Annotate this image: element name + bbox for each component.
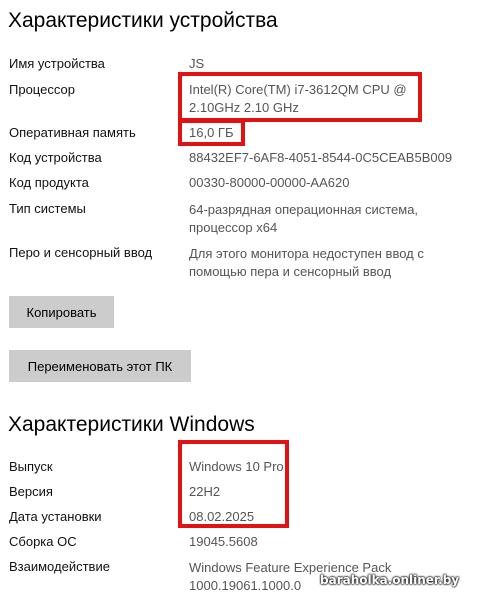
os-build-value: 19045.5608: [189, 534, 258, 549]
ram-highlight-box: [178, 119, 245, 146]
device-id-label: Код устройства: [9, 150, 102, 165]
version-label: Версия: [9, 484, 53, 499]
pen-touch-value-line2: помощью пера и сенсорный ввод: [189, 264, 392, 279]
windows-specs-title: Характеристики Windows: [8, 413, 255, 436]
ram-label: Оперативная память: [9, 125, 136, 140]
watermark: baraholka.onliner.by: [320, 573, 460, 587]
pen-touch-label: Перо и сенсорный ввод: [9, 245, 153, 260]
product-id-label: Код продукта: [9, 175, 89, 190]
os-build-label: Сборка ОС: [9, 534, 77, 549]
processor-highlight-box: [178, 72, 422, 122]
system-type-value-line2: процессор x64: [189, 220, 278, 235]
product-id-value: 00330-80000-00000-AA620: [189, 175, 350, 190]
device-specs-title: Характеристики устройства: [8, 9, 278, 32]
experience-value-line2: 1000.19061.1000.0: [189, 578, 302, 593]
system-type-value-line1: 64-разрядная операционная система,: [189, 202, 419, 217]
device-name-value: JS: [189, 56, 205, 71]
install-date-label: Дата установки: [9, 509, 102, 524]
edition-label: Выпуск: [9, 459, 53, 474]
processor-label: Процессор: [9, 82, 75, 97]
device-id-value: 88432EF7-6AF8-4051-8544-0C5CEAB5B009: [189, 150, 453, 165]
copy-button[interactable]: Копировать: [9, 296, 114, 328]
device-name-label: Имя устройства: [9, 56, 105, 71]
windows-info-highlight-box: [178, 440, 289, 528]
system-type-label: Тип системы: [9, 201, 86, 216]
pen-touch-value-line1: Для этого монитора недоступен ввод с: [189, 246, 424, 261]
rename-pc-button[interactable]: Переименовать этот ПК: [9, 350, 191, 382]
experience-label: Взаимодействие: [9, 559, 110, 574]
